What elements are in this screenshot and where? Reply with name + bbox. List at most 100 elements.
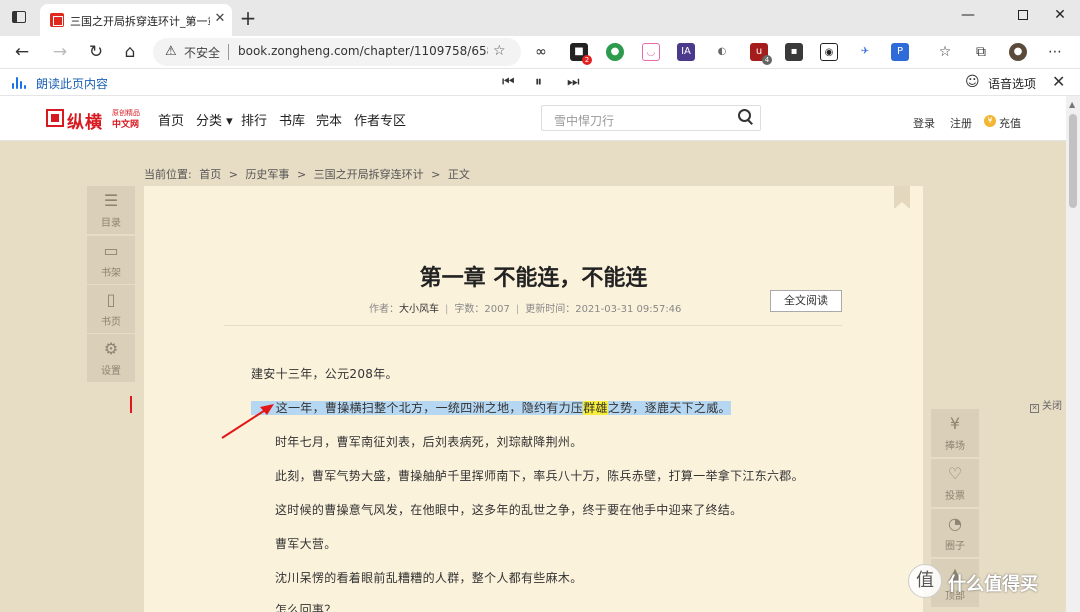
collections-icon[interactable]: ⧉	[972, 43, 990, 61]
cat-extension-icon[interactable]: ◡	[642, 43, 660, 61]
globe-extension-icon[interactable]: ●	[606, 43, 624, 61]
breadcrumb: 当前位置: 首页 > 历史军事 > 三国之开局拆穿连环计 > 正文	[144, 168, 470, 181]
refresh-icon[interactable]: ↻	[84, 40, 108, 64]
paragraph: 这时候的曹操意气风发，在他眼中，这多年的乱世之争，终于要在他手中迎来了终结。	[275, 503, 743, 517]
nav-finished[interactable]: 完本	[316, 110, 342, 129]
page-content: 纵横 原创精品 中文网 首页 分类 ▾ 排行 书库 完本 作者专区 雪中悍刀行 …	[0, 96, 1066, 612]
read-aloud-bar: 朗读此页内容 ⏮ ⏸ ⏭ ☺ 语音选项 ✕	[0, 68, 1080, 96]
register-link[interactable]: 注册	[950, 115, 972, 131]
bird-extension-icon[interactable]: ✈	[856, 43, 874, 61]
url-text[interactable]: book.zongheng.com/chapter/1109758/658680…	[238, 44, 488, 58]
page-scrollbar[interactable]: ▲	[1066, 96, 1080, 612]
bookshelf-icon: ▭	[103, 241, 119, 260]
mouse-extension-icon[interactable]: ◐	[713, 43, 731, 61]
ticket-icon: ♡	[947, 464, 963, 483]
paragraph: 曹军大营。	[275, 537, 337, 551]
address-bar[interactable]: ⚠ 不安全 book.zongheng.com/chapter/1109758/…	[153, 38, 521, 66]
search-input[interactable]: 雪中悍刀行	[541, 105, 761, 131]
watermark-logo-icon: 值	[908, 564, 942, 598]
voice-options-button[interactable]: 语音选项	[988, 75, 1036, 92]
previous-icon[interactable]: ⏮	[502, 74, 515, 90]
gear-icon: ⚙	[103, 339, 119, 358]
logo-subtitle-2: 中文网	[112, 120, 140, 130]
nav-category[interactable]: 分类 ▾	[196, 110, 233, 129]
list-icon: ☰	[103, 191, 119, 210]
back-arrow-icon[interactable]: ←	[10, 40, 34, 64]
book-icon: ▯	[106, 290, 116, 309]
pause-icon[interactable]: ⏸	[535, 74, 542, 90]
smzdm-watermark: 值 什么值得买	[908, 564, 1066, 604]
read-aloud-icon	[12, 77, 26, 89]
chapter-title: 第一章 不能连，不能连	[419, 266, 648, 291]
scroll-thumb[interactable]	[1069, 114, 1077, 208]
paragraph-selected: 这一年，曹操横扫整个北方，一统四洲之地，隐约有力压群雄之势，逐鹿天下之威。	[251, 399, 731, 416]
warning-icon[interactable]: ⚠	[165, 44, 177, 59]
scroll-up-icon[interactable]: ▲	[1069, 100, 1075, 109]
nav-ranking[interactable]: 排行	[241, 110, 267, 129]
community-button[interactable]: ◔ 圈子	[931, 509, 979, 557]
ublock-extension-icon[interactable]: u4	[750, 43, 772, 65]
new-tab-button[interactable]: +	[238, 8, 258, 28]
highlighted-word: 群雄	[583, 401, 608, 415]
title-divider	[224, 325, 842, 326]
full-read-button[interactable]: 全文阅读	[770, 290, 842, 312]
read-aloud-close-icon[interactable]: ✕	[1052, 72, 1065, 91]
paragraph: 建安十三年，公元208年。	[251, 367, 398, 381]
home-icon[interactable]: ⌂	[118, 40, 142, 64]
tab-title: 三国之开局拆穿连环计_第一章 不	[70, 15, 210, 28]
extension-icon[interactable]: ■ 2	[570, 43, 592, 65]
breadcrumb-current: 正文	[447, 168, 470, 181]
more-menu-icon[interactable]: ⋯	[1046, 43, 1064, 61]
nav-home[interactable]: 首页	[158, 110, 184, 129]
ia-extension-icon[interactable]: IA	[677, 43, 695, 61]
chat-icon: ◔	[948, 514, 962, 533]
tab-close-icon[interactable]: ✕	[212, 11, 228, 27]
search-placeholder: 雪中悍刀行	[554, 114, 615, 128]
tab-bar: 三国之开局拆穿连环计_第一章 不 ✕ + — ✕	[0, 0, 1080, 36]
paragraph: 此刻，曹军气势大盛，曹操舳舻千里挥师南下，率兵八十万，陈兵赤壁，打算一举拿下江东…	[275, 469, 804, 483]
tab-active[interactable]: 三国之开局拆穿连环计_第一章 不 ✕	[40, 4, 232, 36]
breadcrumb-category[interactable]: 历史军事	[245, 168, 289, 181]
bookshelf-button[interactable]: ▭ 书架	[87, 236, 135, 284]
next-icon[interactable]: ⏭	[567, 74, 580, 90]
minimize-button[interactable]: —	[948, 4, 988, 26]
paragraph: 沈川呆愣的看着眼前乱糟糟的人群，整个人都有些麻木。	[275, 571, 583, 585]
logo-mark-icon	[46, 109, 64, 127]
bookmark-icon[interactable]	[894, 186, 910, 209]
forward-arrow-icon[interactable]: →	[48, 40, 72, 64]
tab-actions-icon[interactable]	[8, 8, 30, 28]
support-button[interactable]: ¥ 捧场	[931, 409, 979, 457]
paragraph: 怎么回事？	[275, 603, 337, 612]
profile-avatar[interactable]: ●	[1009, 43, 1027, 61]
author-link[interactable]: 大小风车	[399, 304, 439, 315]
voice-options-icon[interactable]: ☺	[965, 74, 980, 90]
recharge-link[interactable]: 充值	[999, 115, 1021, 131]
maximize-button[interactable]	[1003, 4, 1043, 26]
toc-button[interactable]: ☰ 目录	[87, 186, 135, 234]
update-time: 2021-03-31 09:57:46	[575, 304, 682, 315]
chapter-meta: 作者：大小风车 | 字数：2007 | 更新时间：2021-03-31 09:57:46	[369, 304, 682, 315]
close-ad-button[interactable]: ✕ 关闭	[1030, 397, 1062, 413]
text-caret	[130, 396, 132, 413]
login-link[interactable]: 登录	[913, 115, 935, 131]
favorites-icon[interactable]: ☆	[936, 43, 954, 61]
breadcrumb-book[interactable]: 三国之开局拆穿连环计	[314, 168, 424, 181]
insecure-label[interactable]: 不安全	[184, 44, 220, 61]
window-close-button[interactable]: ✕	[1040, 4, 1080, 26]
nav-library[interactable]: 书库	[279, 110, 305, 129]
terminal-extension-icon[interactable]: ▪	[785, 43, 803, 61]
breadcrumb-label: 当前位置:	[144, 168, 192, 181]
red-arrow-annotation-icon	[221, 404, 274, 439]
browser-toolbar: ← → ↻ ⌂ ⚠ 不安全 book.zongheng.com/chapter/…	[0, 36, 1080, 68]
translate-extension-icon[interactable]: P	[891, 43, 909, 61]
screenshot-extension-icon[interactable]: ◉	[820, 43, 838, 61]
vote-button[interactable]: ♡ 投票	[931, 459, 979, 507]
zongheng-favicon-icon	[50, 13, 64, 27]
settings-button[interactable]: ⚙ 设置	[87, 334, 135, 382]
breadcrumb-home[interactable]: 首页	[199, 168, 221, 181]
nav-author-zone[interactable]: 作者专区	[354, 110, 406, 129]
search-icon[interactable]	[738, 109, 752, 123]
book-page-button[interactable]: ▯ 书页	[87, 285, 135, 333]
infinity-extension-icon[interactable]: ∞	[532, 43, 550, 61]
add-favorite-icon[interactable]: ☆	[493, 43, 506, 59]
